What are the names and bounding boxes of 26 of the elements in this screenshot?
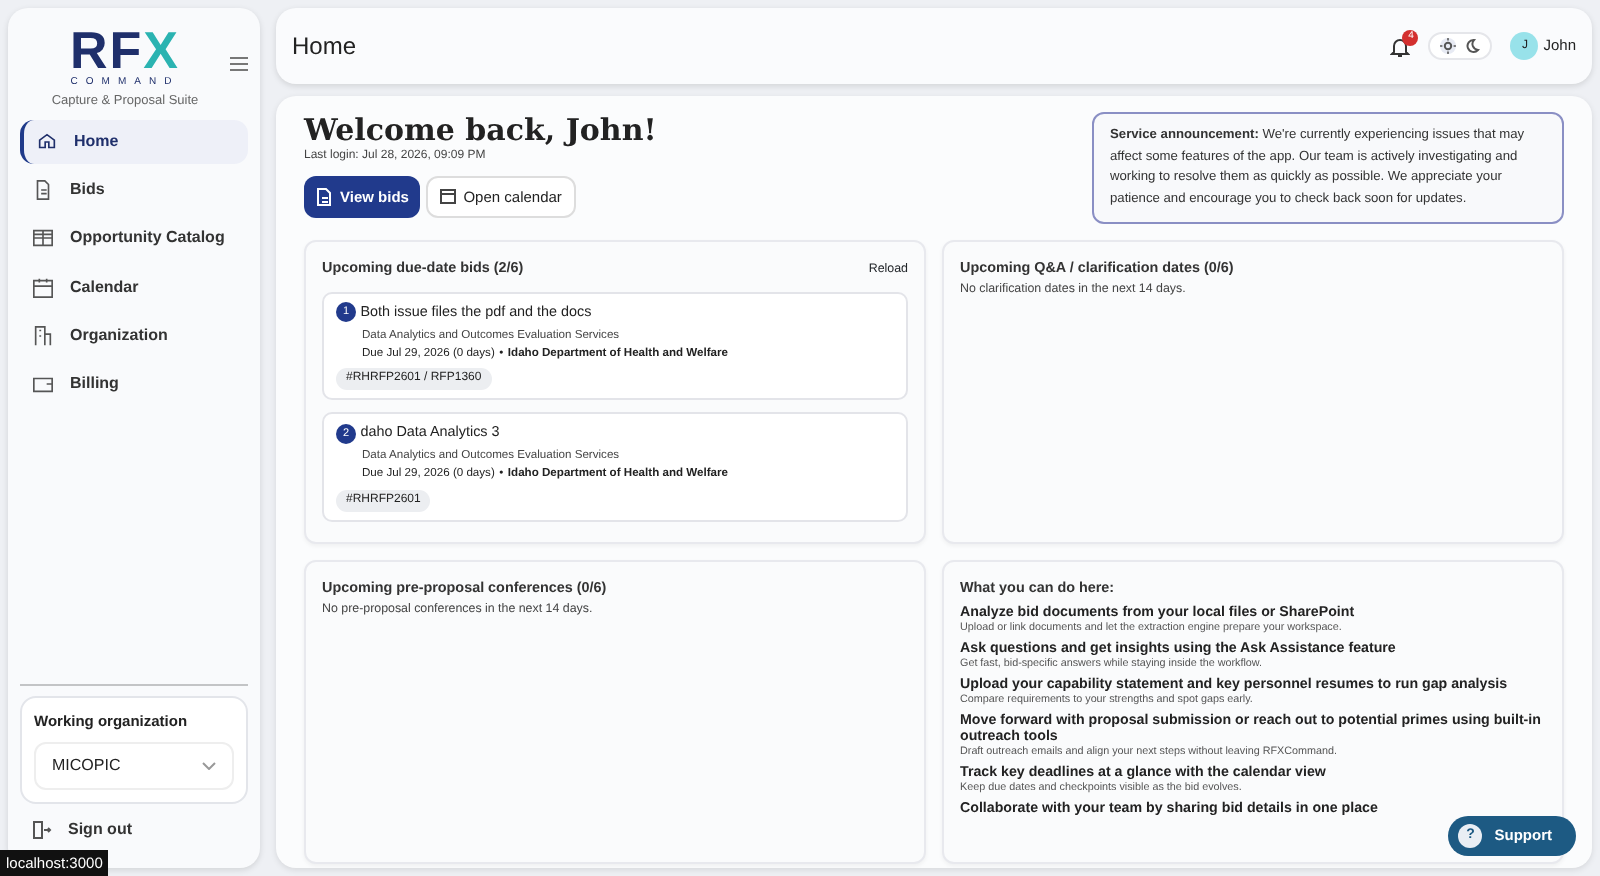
moon-icon <box>1464 38 1481 54</box>
page-title: Home <box>292 31 357 61</box>
sign-out-icon <box>32 820 52 840</box>
nav-item[interactable]: Calendar <box>20 265 248 309</box>
nav-item[interactable]: Home <box>20 119 248 164</box>
building-icon <box>32 323 54 348</box>
chevron-icon <box>202 761 216 770</box>
nav-item[interactable]: Opportunity Catalog <box>20 216 248 261</box>
sun-icon <box>1440 38 1457 54</box>
calendar-icon <box>32 275 54 299</box>
nav-item[interactable]: Billing <box>20 362 248 406</box>
calendar-icon <box>439 188 456 205</box>
menu-icon[interactable] <box>230 56 248 72</box>
document-icon <box>32 178 54 202</box>
table-icon <box>32 226 54 251</box>
welcome-heading: Welcome back, John! <box>304 112 657 148</box>
wallet-icon <box>32 372 54 396</box>
document-icon <box>316 187 332 206</box>
theme-toggle[interactable] <box>1428 32 1493 60</box>
nav-item[interactable]: Organization <box>20 313 248 358</box>
logo-title: RFX <box>67 24 182 76</box>
home-icon <box>36 129 58 154</box>
organization-select[interactable]: MICOPIC <box>34 741 234 790</box>
nav-item[interactable]: Bids <box>20 168 248 212</box>
bell-icon[interactable] <box>1390 35 1411 57</box>
sign-out-button[interactable]: Sign out <box>20 808 248 852</box>
